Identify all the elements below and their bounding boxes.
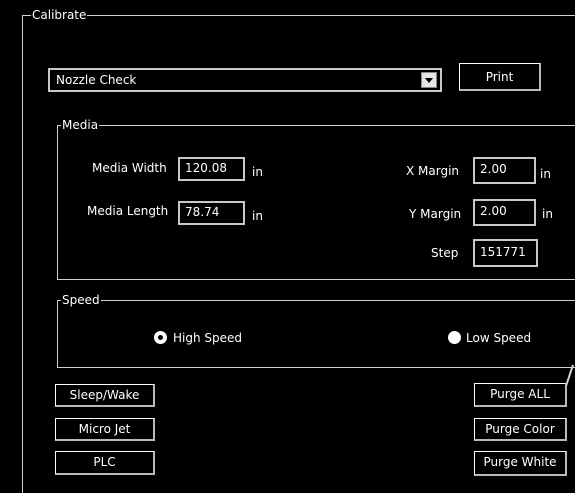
calibrate-frame-top (22, 15, 575, 16)
media-frame-top (57, 125, 575, 126)
calibrate-title: Calibrate (31, 8, 88, 22)
low-speed-label[interactable]: Low Speed (466, 330, 531, 346)
radio-selected-icon[interactable] (154, 331, 167, 344)
micro-jet-button[interactable]: Micro Jet (55, 418, 155, 441)
pattern-select-value: Nozzle Check (56, 73, 137, 87)
radio-unselected-icon[interactable] (448, 331, 461, 344)
purge-white-button[interactable]: Purge White (474, 451, 567, 476)
media-length-label: Media Length (87, 204, 169, 218)
media-length-unit: in (252, 209, 263, 223)
media-frame-left (57, 125, 58, 280)
chevron-down-icon[interactable] (421, 72, 437, 88)
speed-frame-top (57, 300, 575, 301)
speed-frame-left (57, 300, 58, 368)
sleep-wake-button[interactable]: Sleep/Wake (55, 384, 155, 407)
calibrate-frame-left (22, 15, 23, 493)
media-frame-bottom (57, 279, 575, 280)
y-margin-field[interactable]: 2.00 (473, 199, 536, 226)
pattern-select[interactable]: Nozzle Check (48, 68, 442, 92)
step-label: Step (431, 246, 459, 260)
x-margin-field[interactable]: 2.00 (473, 157, 536, 184)
media-width-field[interactable]: 120.08 (178, 157, 245, 181)
step-field[interactable]: 151771 (473, 239, 538, 267)
purge-all-button[interactable]: Purge ALL (474, 383, 567, 407)
x-margin-label: X Margin (406, 164, 460, 178)
media-title: Media (61, 118, 100, 132)
plc-button[interactable]: PLC (55, 451, 155, 475)
media-width-label: Media Width (92, 161, 167, 175)
x-margin-unit: in (540, 167, 551, 181)
media-width-unit: in (252, 165, 263, 179)
print-button[interactable]: Print (459, 63, 541, 91)
high-speed-label[interactable]: High Speed (173, 330, 242, 346)
speed-frame-bottom (57, 367, 575, 368)
purge-color-button[interactable]: Purge Color (474, 418, 567, 441)
speed-title: Speed (61, 293, 101, 307)
y-margin-label: Y Margin (409, 207, 462, 221)
y-margin-unit: in (542, 207, 553, 221)
media-length-field[interactable]: 78.74 (178, 201, 245, 225)
